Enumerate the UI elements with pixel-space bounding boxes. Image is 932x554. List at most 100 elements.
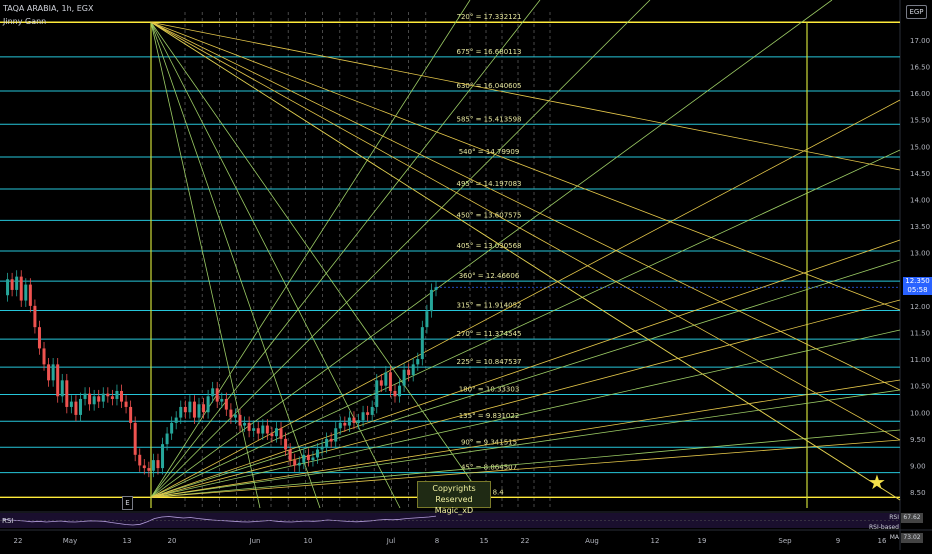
gann-level-label: 720° = 17.332121 bbox=[456, 13, 521, 21]
gann-fan-line bbox=[150, 21, 901, 441]
x-tick-label: Jul bbox=[386, 537, 396, 545]
candle-body bbox=[15, 276, 19, 290]
candle-body bbox=[69, 401, 73, 407]
star-icon: ★ bbox=[868, 470, 886, 494]
y-tick-label: 10.00 bbox=[910, 409, 930, 417]
y-tick-label: 9.00 bbox=[910, 462, 926, 470]
candle-body bbox=[388, 372, 392, 391]
candle-body bbox=[97, 396, 101, 402]
bar-countdown: 05:58 bbox=[907, 286, 928, 294]
gann-level-label: 450° = 13.607575 bbox=[456, 211, 521, 219]
candle-body bbox=[279, 428, 283, 439]
rsi-ma-value: 73.02 bbox=[901, 533, 923, 543]
x-tick-label: 9 bbox=[836, 537, 840, 545]
gann-level-label: 180° = 10.33303 bbox=[459, 386, 520, 394]
candle-body bbox=[133, 422, 137, 455]
candle-body bbox=[115, 390, 119, 399]
candle-body bbox=[293, 460, 297, 466]
gann-fan-line bbox=[150, 99, 901, 498]
candle-body bbox=[375, 380, 379, 407]
candle-body bbox=[311, 457, 315, 461]
indicator-label[interactable]: Jinny Gann bbox=[3, 17, 46, 26]
candle-body bbox=[361, 412, 365, 421]
y-tick-label: 9.50 bbox=[910, 436, 926, 444]
gann-fan-line bbox=[150, 389, 901, 498]
y-tick-label: 10.50 bbox=[910, 383, 930, 391]
candle-body bbox=[129, 406, 133, 423]
y-tick-label: 13.00 bbox=[910, 250, 930, 258]
candle-body bbox=[120, 390, 124, 402]
gann-fan-line bbox=[150, 439, 901, 498]
candle-body bbox=[366, 412, 370, 415]
candle-body bbox=[274, 428, 278, 437]
gann-fan-line bbox=[150, 22, 321, 509]
candle-body bbox=[65, 380, 69, 407]
gann-fan-line bbox=[150, 0, 651, 498]
candle-body bbox=[420, 327, 424, 360]
gann-level-label: 675° = 16.680113 bbox=[456, 48, 521, 56]
candle-body bbox=[220, 398, 224, 402]
x-tick-label: Sep bbox=[778, 537, 792, 545]
candle-body bbox=[142, 465, 146, 469]
gann-fan-line bbox=[150, 239, 901, 498]
candle-body bbox=[407, 369, 411, 376]
candle-body bbox=[110, 396, 114, 399]
rsi-key: RSI bbox=[889, 514, 899, 521]
last-price-tag: 12.350 05:58 bbox=[903, 277, 932, 295]
currency-badge[interactable]: EGP bbox=[906, 5, 927, 19]
candle-body bbox=[88, 393, 92, 405]
candle-body bbox=[106, 393, 110, 397]
candle-body bbox=[434, 287, 438, 290]
candle-body bbox=[416, 359, 420, 365]
y-tick-label: 14.00 bbox=[910, 196, 930, 204]
copyright-line2: Magic_xD bbox=[434, 506, 474, 515]
copyright-label: Copyrights Reserved Magic_xD bbox=[417, 481, 491, 515]
candle-body bbox=[197, 404, 201, 418]
y-tick-label: 8.50 bbox=[910, 489, 926, 497]
candle-body bbox=[179, 406, 183, 418]
candle-body bbox=[411, 364, 415, 376]
x-tick-label: 20 bbox=[168, 537, 177, 545]
gann-fan-line bbox=[150, 429, 901, 498]
candle-body bbox=[284, 438, 288, 450]
candle-body bbox=[170, 422, 174, 434]
x-tick-label: 12 bbox=[651, 537, 660, 545]
candle-body bbox=[370, 406, 374, 415]
y-tick-label: 15.00 bbox=[910, 143, 930, 151]
candle-body bbox=[74, 401, 78, 415]
gann-level-label: 135° = 9.831022 bbox=[459, 412, 520, 420]
candle-body bbox=[161, 444, 165, 469]
candle-body bbox=[261, 425, 265, 434]
candle-body bbox=[33, 305, 37, 328]
y-tick-label: 14.50 bbox=[910, 170, 930, 178]
gann-level-label: 360° = 12.46606 bbox=[459, 272, 520, 280]
rsi-pane-label[interactable]: RSI bbox=[2, 517, 13, 525]
candle-body bbox=[147, 468, 151, 471]
candle-body bbox=[24, 284, 28, 301]
gann-level-label: 495° = 14.197083 bbox=[456, 180, 521, 188]
earnings-marker[interactable]: E bbox=[122, 496, 133, 510]
candle-body bbox=[83, 393, 87, 399]
y-tick-label: 17.00 bbox=[910, 37, 930, 45]
gann-fan-line bbox=[150, 21, 901, 391]
candle-body bbox=[256, 428, 260, 434]
chart[interactable]: 0° = 8.445° = 8.86450790° = 9.341515135°… bbox=[0, 0, 932, 550]
candle-body bbox=[215, 388, 219, 402]
candle-body bbox=[101, 393, 105, 402]
candle-body bbox=[165, 433, 169, 445]
x-tick-label: 19 bbox=[698, 537, 707, 545]
candle-body bbox=[174, 417, 178, 423]
candle-body bbox=[10, 279, 14, 290]
candle-body bbox=[338, 422, 342, 429]
candle-body bbox=[206, 396, 210, 413]
gann-fan-line bbox=[150, 259, 901, 498]
symbol-title[interactable]: TAQA ARABIA, 1h, EGX bbox=[3, 4, 93, 13]
gann-fan-line bbox=[150, 149, 901, 498]
candle-body bbox=[297, 462, 301, 466]
y-tick-label: 15.50 bbox=[910, 117, 930, 125]
chart-svg[interactable]: 0° = 8.445° = 8.86450790° = 9.341515135°… bbox=[0, 0, 932, 550]
y-tick-label: 16.00 bbox=[910, 90, 930, 98]
candle-body bbox=[320, 446, 324, 450]
candle-body bbox=[352, 417, 356, 423]
candle-body bbox=[42, 348, 46, 365]
